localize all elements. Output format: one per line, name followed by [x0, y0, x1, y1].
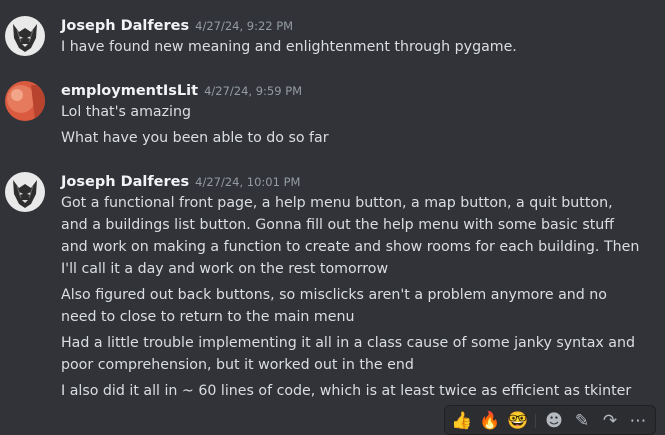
edit-icon[interactable]: ✎ — [569, 409, 595, 433]
username[interactable]: Joseph Dalferes — [61, 18, 189, 34]
chat-messages: Joseph Dalferes 4/27/24, 9:22 PM I have f… — [0, 0, 665, 435]
wolf-avatar[interactable] — [5, 172, 45, 212]
toolbar-divider — [535, 414, 536, 428]
forward-icon[interactable]: ↷ — [597, 409, 623, 433]
message-toolbar: 👍 🔥 🤓 ☻ ✎ ↷ ⋯ — [444, 405, 656, 435]
orange-avatar[interactable] — [5, 81, 45, 121]
nerd-reaction-button[interactable]: 🤓 — [505, 409, 531, 433]
timestamp[interactable]: 4/27/24, 9:59 PM — [204, 84, 302, 98]
message-text: I have found new meaning and enlightenme… — [61, 39, 517, 55]
message-text: What have you been able to do so far — [61, 130, 329, 146]
wolf-avatar[interactable] — [5, 16, 45, 56]
more-icon[interactable]: ⋯ — [625, 409, 651, 433]
add-reaction-icon[interactable]: ☻ — [541, 409, 567, 433]
message-header: Joseph Dalferes 4/27/24, 10:01 PM — [61, 171, 300, 192]
username[interactable]: Joseph Dalferes — [61, 174, 189, 190]
message-header: employmentIsLit 4/27/24, 9:59 PM — [61, 80, 302, 101]
timestamp[interactable]: 4/27/24, 9:22 PM — [195, 19, 293, 33]
timestamp[interactable]: 4/27/24, 10:01 PM — [195, 175, 300, 189]
message-text: I also did it all in ~ 60 lines of code,… — [61, 383, 632, 399]
message-text: Lol that's amazing — [61, 104, 191, 120]
message-text: Also figured out back buttons, so miscli… — [61, 287, 607, 325]
fire-reaction-button[interactable]: 🔥 — [477, 409, 503, 433]
thumbs-up-reaction-button[interactable]: 👍 — [449, 409, 475, 433]
message-text: Got a functional front page, a help menu… — [61, 195, 640, 277]
username[interactable]: employmentIsLit — [61, 83, 198, 99]
message-header: Joseph Dalferes 4/27/24, 9:22 PM — [61, 15, 293, 36]
message-text: Had a little trouble implementing it all… — [61, 335, 635, 373]
